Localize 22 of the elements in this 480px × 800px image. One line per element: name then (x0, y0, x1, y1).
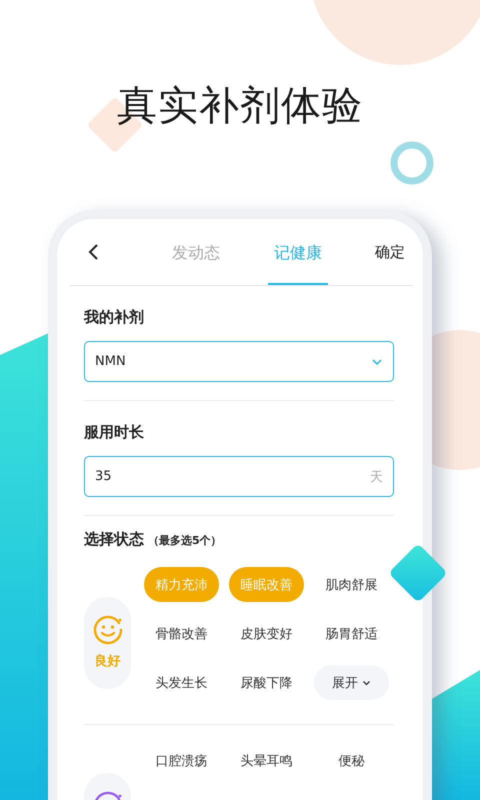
decor-ring (390, 142, 434, 184)
chevron-down-icon (371, 358, 383, 366)
section-title: 服用时长 (84, 423, 145, 442)
status-chip[interactable]: 骨骼改善 (144, 616, 219, 651)
duration-field[interactable]: 35 天 (84, 456, 394, 497)
status-chip[interactable]: 便秘 (314, 743, 389, 778)
status-chip[interactable]: 尿酸下降 (229, 665, 304, 700)
confirm-button[interactable]: 确定 (375, 242, 405, 262)
status-chip[interactable]: 口腔溃疡 (144, 743, 219, 778)
section-title: 选择状态 (84, 530, 144, 549)
supplement-dropdown[interactable]: NMN (84, 341, 394, 382)
headline: 真实补剂体验 (117, 82, 363, 131)
expand-button[interactable]: 展开 (314, 665, 389, 700)
status-chip[interactable]: 肌肉舒展 (314, 567, 389, 602)
section-title: 我的补剂 (84, 308, 145, 327)
hint-text: （最多选5个） (148, 533, 222, 548)
status-chip[interactable]: 肠胃舒适 (314, 616, 389, 651)
status-chip[interactable]: 头晕耳鸣 (229, 743, 304, 778)
mood-badge: 良好 (84, 597, 131, 689)
chevron-down-icon (362, 680, 371, 686)
status-chip[interactable]: 皮肤变好 (229, 616, 304, 651)
status-chip[interactable]: 头发生长 (144, 665, 219, 700)
